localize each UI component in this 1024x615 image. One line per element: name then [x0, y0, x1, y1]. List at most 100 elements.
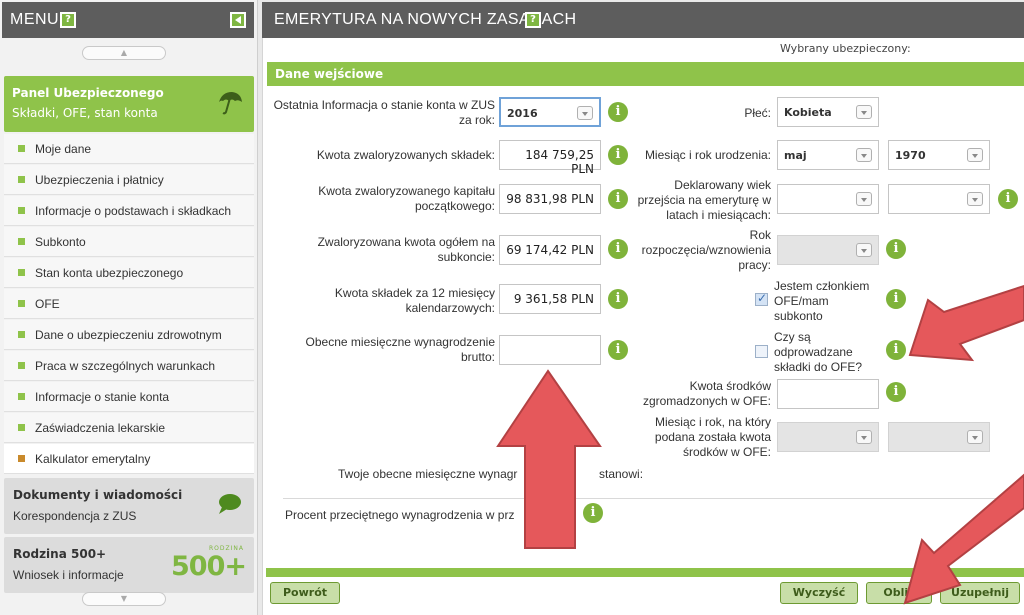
- initial-capital-label: Kwota zwaloryzowanego kapitału początkow…: [318, 184, 495, 213]
- start-year-label: Rok rozpoczęcia/wznowienia pracy:: [641, 228, 771, 272]
- main-help-icon[interactable]: ?: [525, 12, 541, 28]
- info-icon[interactable]: i: [886, 340, 906, 360]
- sidebar-item-informacje-podstawy[interactable]: Informacje o podstawach i składkach: [4, 196, 254, 226]
- ofe-date-label: Miesiąc i rok, na który podana została k…: [654, 415, 771, 459]
- info-icon[interactable]: i: [886, 382, 906, 402]
- sidebar-documents-box[interactable]: Dokumenty i wiadomości Korespondencja z …: [4, 478, 254, 534]
- chevron-down-icon: [856, 243, 872, 257]
- sidebar-item-ubezpieczenie-zdrowotne[interactable]: Dane o ubezpieczeniu zdrowotnym: [4, 320, 254, 350]
- ofe-date-month-select[interactable]: [777, 422, 879, 452]
- ofe-contributions-label: Czy są odprowadzane składki do OFE?: [774, 330, 863, 374]
- birth-month-select[interactable]: maj: [777, 140, 879, 170]
- sidebar-item-label: Kalkulator emerytalny: [35, 452, 151, 466]
- sidebar: MENU ? ▲ Panel Ubezpieczonego Składki, O…: [0, 0, 258, 615]
- info-icon[interactable]: i: [583, 503, 603, 523]
- gender-select[interactable]: Kobieta: [777, 97, 879, 127]
- sidebar-item-ubezpieczenia[interactable]: Ubezpieczenia i płatnicy: [4, 165, 254, 195]
- sidebar-item-stan-konta[interactable]: Stan konta ubezpieczonego: [4, 258, 254, 288]
- back-button[interactable]: Powrót: [270, 582, 340, 604]
- sidebar-panel-ubezpieczonego[interactable]: Panel Ubezpieczonego Składki, OFE, stan …: [4, 76, 254, 132]
- umbrella-icon: [219, 92, 242, 115]
- sidebar-item-label: Ubezpieczenia i płatnicy: [35, 173, 164, 187]
- twelve-months-field[interactable]: 9 361,58 PLN: [499, 284, 601, 314]
- sidebar-scroll-up-button[interactable]: ▲: [82, 46, 166, 60]
- info-icon[interactable]: i: [886, 239, 906, 259]
- section-header: Dane wejściowe: [267, 62, 1024, 86]
- clear-button[interactable]: Wyczyść: [780, 582, 858, 604]
- chevron-down-icon: [856, 430, 872, 444]
- sidebar-item-label: Zaświadczenia lekarskie: [35, 421, 166, 435]
- declared-age-years-select[interactable]: [777, 184, 879, 214]
- ofe-member-checkbox[interactable]: [755, 291, 768, 306]
- sidebar-item-label: Stan konta ubezpieczonego: [35, 266, 184, 280]
- sidebar-item-label: Informacje o stanie konta: [35, 390, 170, 404]
- initial-capital-field[interactable]: 98 831,98 PLN: [499, 184, 601, 214]
- chevron-down-icon: [856, 105, 872, 119]
- sidebar-item-kalkulator[interactable]: Kalkulator emerytalny: [4, 444, 254, 474]
- subaccount-label: Zwaloryzowana kwota ogółem na subkoncie:: [317, 235, 495, 264]
- subaccount-field[interactable]: 69 174,42 PLN: [499, 235, 601, 265]
- sidebar-item-praca-szczegolne[interactable]: Praca w szczególnych warunkach: [4, 351, 254, 381]
- sidebar-item-moje-dane[interactable]: Moje dane: [4, 134, 254, 164]
- collapse-sidebar-icon[interactable]: [230, 12, 246, 28]
- family-subtitle: Wniosek i informacje: [13, 568, 124, 582]
- panel-subtitle: Składki, OFE, stan konta: [12, 106, 158, 120]
- sidebar-family-box[interactable]: Rodzina 500+ Wniosek i informacje RODZIN…: [4, 537, 254, 593]
- percent-salary-text: Procent przeciętnego wynagrodzenia w prz: [285, 508, 515, 522]
- chevron-down-icon: [967, 192, 983, 206]
- sidebar-item-label: Praca w szczególnych warunkach: [35, 359, 216, 373]
- ofe-amount-field[interactable]: [777, 379, 879, 409]
- panel-title: Panel Ubezpieczonego: [12, 86, 164, 100]
- sidebar-item-zaswiadczenia[interactable]: Zaświadczenia lekarskie: [4, 413, 254, 443]
- sidebar-scroll-down-button[interactable]: ▼: [82, 592, 166, 606]
- declared-age-label: Deklarowany wiek przejścia na emeryturę …: [637, 178, 771, 222]
- info-icon[interactable]: i: [608, 340, 628, 360]
- family-title: Rodzina 500+: [13, 547, 107, 561]
- last-info-year-select[interactable]: 2016: [499, 97, 601, 127]
- contributions-field[interactable]: 184 759,25 PLN: [499, 140, 601, 176]
- fill-button[interactable]: Uzupełnij: [940, 582, 1020, 604]
- info-icon[interactable]: i: [886, 289, 906, 309]
- bullet-icon: [18, 300, 25, 307]
- bullet-icon: [18, 393, 25, 400]
- sidebar-title: MENU: [10, 11, 60, 28]
- sidebar-help-icon[interactable]: ?: [60, 12, 76, 28]
- salary-field[interactable]: [499, 335, 601, 365]
- divider: [283, 498, 1023, 499]
- bullet-icon: [18, 269, 25, 276]
- start-year-select[interactable]: [777, 235, 879, 265]
- sidebar-item-ofe[interactable]: OFE: [4, 289, 254, 319]
- info-icon[interactable]: i: [608, 189, 628, 209]
- documents-subtitle: Korespondencja z ZUS: [13, 509, 137, 523]
- rodzina-500-logo: RODZINA 500+: [171, 545, 247, 582]
- info-icon[interactable]: i: [608, 102, 628, 122]
- info-icon[interactable]: i: [998, 189, 1018, 209]
- bullet-icon: [18, 238, 25, 245]
- birth-year-select[interactable]: 1970: [888, 140, 990, 170]
- bullet-icon: [18, 424, 25, 431]
- bullet-icon: [18, 145, 25, 152]
- birth-label: Miesiąc i rok urodzenia:: [644, 148, 771, 162]
- sidebar-item-informacje-stan-konta[interactable]: Informacje o stanie konta: [4, 382, 254, 412]
- footer-bar: [266, 568, 1024, 577]
- app-root: MENU ? ▲ Panel Ubezpieczonego Składki, O…: [0, 0, 1024, 615]
- bullet-icon: [18, 331, 25, 338]
- chevron-down-icon: [967, 430, 983, 444]
- declared-age-months-select[interactable]: [888, 184, 990, 214]
- sidebar-item-label: Moje dane: [35, 142, 92, 156]
- selected-insured-label: Wybrany ubezpieczony:: [780, 42, 911, 55]
- calculate-button[interactable]: Oblic: [866, 582, 932, 604]
- bullet-icon: [18, 207, 25, 214]
- sidebar-item-label: Dane o ubezpieczeniu zdrowotnym: [35, 328, 222, 342]
- ofe-contributions-checkbox[interactable]: [755, 345, 768, 358]
- documents-title: Dokumenty i wiadomości: [13, 488, 183, 502]
- salary-label: Obecne miesięczne wynagrodzenie brutto:: [305, 335, 495, 364]
- info-icon[interactable]: i: [608, 289, 628, 309]
- current-salary-text-end: stanowi:: [599, 467, 644, 481]
- current-salary-text: Twoje obecne miesięczne wynagr: [338, 467, 518, 481]
- ofe-date-year-select[interactable]: [888, 422, 990, 452]
- sidebar-item-label: Informacje o podstawach i składkach: [35, 204, 232, 218]
- gender-label: Płeć:: [744, 106, 771, 120]
- section-title: Dane wejściowe: [275, 67, 384, 81]
- sidebar-item-subkonto[interactable]: Subkonto: [4, 227, 254, 257]
